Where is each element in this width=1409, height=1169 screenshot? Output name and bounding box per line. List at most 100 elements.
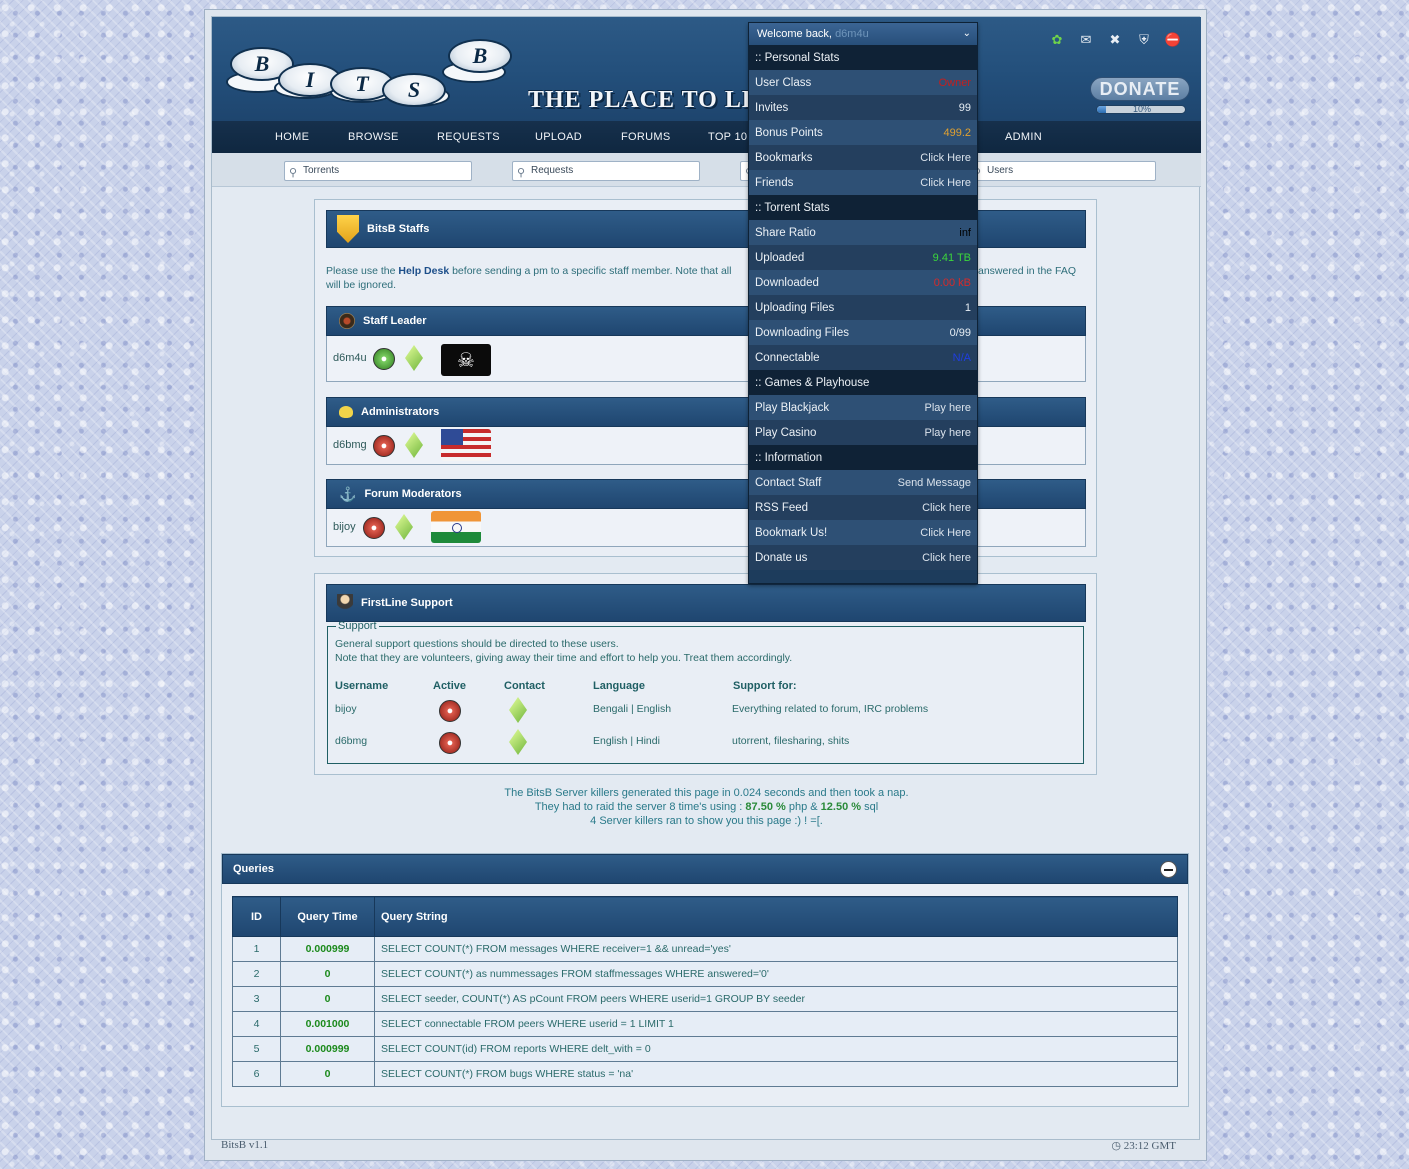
search-torrents-input[interactable]: ⚲ Torrents [284,161,472,181]
support-language: English | Hindi [593,735,660,747]
menu-section-label: :: Personal Stats [755,51,840,64]
nav-upload[interactable]: UPLOAD [535,121,582,153]
menu-item-value: 0/99 [949,326,971,339]
collapse-icon[interactable] [1160,860,1177,878]
col-active: Active [433,680,467,692]
mail-icon[interactable]: ✉ [1077,31,1095,49]
site-header: B I T S B THE PLACE TO LEAR ✿ ✉ ✖ ⛨ ⛔ DO… [212,17,1201,121]
search-users-input[interactable]: ⚲ Users [968,161,1156,181]
user-menu-toggle[interactable]: Welcome back, d6m4u ⌄ [749,23,977,45]
menu-item[interactable]: Contact Staff Send Message [749,470,977,495]
top-icon-bar: ✿ ✉ ✖ ⛨ ⛔ [1048,31,1182,49]
menu-item[interactable]: Friends Click Here [749,170,977,195]
query-string: SELECT COUNT(*) FROM bugs WHERE status =… [374,1061,1178,1087]
page-gen-stats: 4 Server killers ran to show you this pa… [590,815,823,827]
menu-item-label: Play Blackjack [755,401,830,414]
staff-username[interactable]: d6bmg [333,439,367,451]
menu-item[interactable]: RSS Feed Click here [749,495,977,520]
support-username[interactable]: d6bmg [335,735,367,747]
table-row: 2 0 SELECT COUNT(*) as nummessages FROM st… [232,961,1178,987]
menu-item[interactable]: Downloaded 0.00 kB [749,270,977,295]
logo-letter: B [448,39,512,73]
query-string: SELECT COUNT(*) FROM messages WHERE rece… [374,936,1178,962]
staff-username[interactable]: bijoy [333,521,356,533]
menu-section-label: :: Information [755,451,823,464]
nav-requests[interactable]: REQUESTS [437,121,500,153]
queries-table: ID Query Time Query String 1 0.000999 SELE… [232,896,1178,1087]
menu-item-value[interactable]: Click Here [920,177,971,189]
menu-item-value: Owner [938,76,971,89]
chevron-down-icon[interactable]: ⌄ [963,23,971,45]
menu-item-value[interactable]: Send Message [898,477,971,489]
menu-item-label: Share Ratio [755,226,816,239]
query-id: 4 [232,1011,281,1037]
menu-item-value[interactable]: Click here [922,552,971,564]
menu-item[interactable]: Play Casino Play here [749,420,977,445]
page-frame: B I T S B THE PLACE TO LEAR ✿ ✉ ✖ ⛨ ⛔ DO… [204,9,1207,1161]
welcome-username[interactable]: d6m4u [835,28,869,40]
support-username[interactable]: bijoy [335,703,357,715]
menu-item[interactable]: Uploaded 9.41 TB [749,245,977,270]
menu-item[interactable]: User Class Owner [749,70,977,95]
group-title: Forum Moderators [364,488,462,500]
menu-item[interactable]: Uploading Files 1 [749,295,977,320]
query-string: SELECT connectable FROM peers WHERE user… [374,1011,1178,1037]
query-time: 0.000999 [280,936,375,962]
query-time: 0.000999 [280,1036,375,1062]
menu-item-value[interactable]: Play here [925,427,971,439]
menu-item[interactable]: Bookmark Us! Click Here [749,520,977,545]
menu-section-header: :: Torrent Stats [749,195,977,220]
notice-text: answered in the FAQ [978,265,1077,277]
menu-item-value[interactable]: Click Here [920,152,971,164]
shield-icon[interactable]: ⛨ [1135,31,1153,49]
menu-item-label: Bookmarks [755,151,813,164]
menu-item-value: 99 [958,101,971,114]
query-id: 1 [232,936,281,962]
tools-icon[interactable]: ✖ [1106,31,1124,49]
menu-item-label: Friends [755,176,794,189]
menu-item[interactable]: Downloading Files 0/99 [749,320,977,345]
query-time: 0.001000 [280,1011,375,1037]
menu-item-value[interactable]: Click here [922,502,971,514]
bug-icon[interactable]: ✿ [1048,31,1066,49]
menu-item-value[interactable]: Click Here [920,527,971,539]
stop-icon[interactable]: ⛔ [1164,31,1182,49]
queries-panel: Queries ID Query Time Query String 1 0.00… [221,853,1189,1107]
menu-item[interactable]: Play Blackjack Play here [749,395,977,420]
menu-item[interactable]: Bookmarks Click Here [749,145,977,170]
menu-item[interactable]: Connectable N/A [749,345,977,370]
support-panel: FirstLine Support Support General suppor… [314,573,1097,775]
nav-home[interactable]: HOME [275,121,309,153]
menu-item[interactable]: Share Ratio inf [749,220,977,245]
main-nav: HOME BROWSE REQUESTS UPLOAD FORUMS TOP 1… [212,121,1201,153]
pm-icon[interactable] [405,432,423,458]
search-requests-input[interactable]: ⚲ Requests [512,161,700,181]
col-query-string: Query String [374,896,1178,937]
table-row: 5 0.000999 SELECT COUNT(id) FROM reports W… [232,1036,1178,1062]
nav-forums[interactable]: FORUMS [621,121,670,153]
nav-browse[interactable]: BROWSE [348,121,399,153]
nav-top10[interactable]: TOP 10 [708,121,747,153]
clock-icon: ◷ [1111,1140,1121,1152]
menu-item[interactable]: Invites 99 [749,95,977,120]
donation-progress: 10% [1096,105,1186,114]
notice-text: will be ignored. [326,279,397,291]
pm-icon[interactable] [395,514,413,540]
menu-item[interactable]: Donate us Click here [749,545,977,570]
help-desk-link[interactable]: Help Desk [398,265,449,277]
query-time: 0 [280,1061,375,1087]
site-logo[interactable]: B I T S B [226,33,526,113]
menu-item[interactable]: Bonus Points 499.2 [749,120,977,145]
menu-item-label: Bonus Points [755,126,823,139]
nav-admin[interactable]: ADMIN [1005,121,1042,153]
menu-item-value[interactable]: Play here [925,402,971,414]
query-string: SELECT COUNT(id) FROM reports WHERE delt… [374,1036,1178,1062]
site-tagline: THE PLACE TO LEAR [528,87,750,113]
menu-item-label: Invites [755,101,789,114]
page-gen-stats: They had to raid the server 8 time's usi… [212,801,1201,813]
usa-flag-icon [441,429,491,461]
donate-button[interactable]: DONATE [1090,77,1190,101]
pm-icon[interactable] [405,345,423,371]
staff-username[interactable]: d6m4u [333,352,367,364]
menu-section-header: :: Personal Stats [749,45,977,70]
